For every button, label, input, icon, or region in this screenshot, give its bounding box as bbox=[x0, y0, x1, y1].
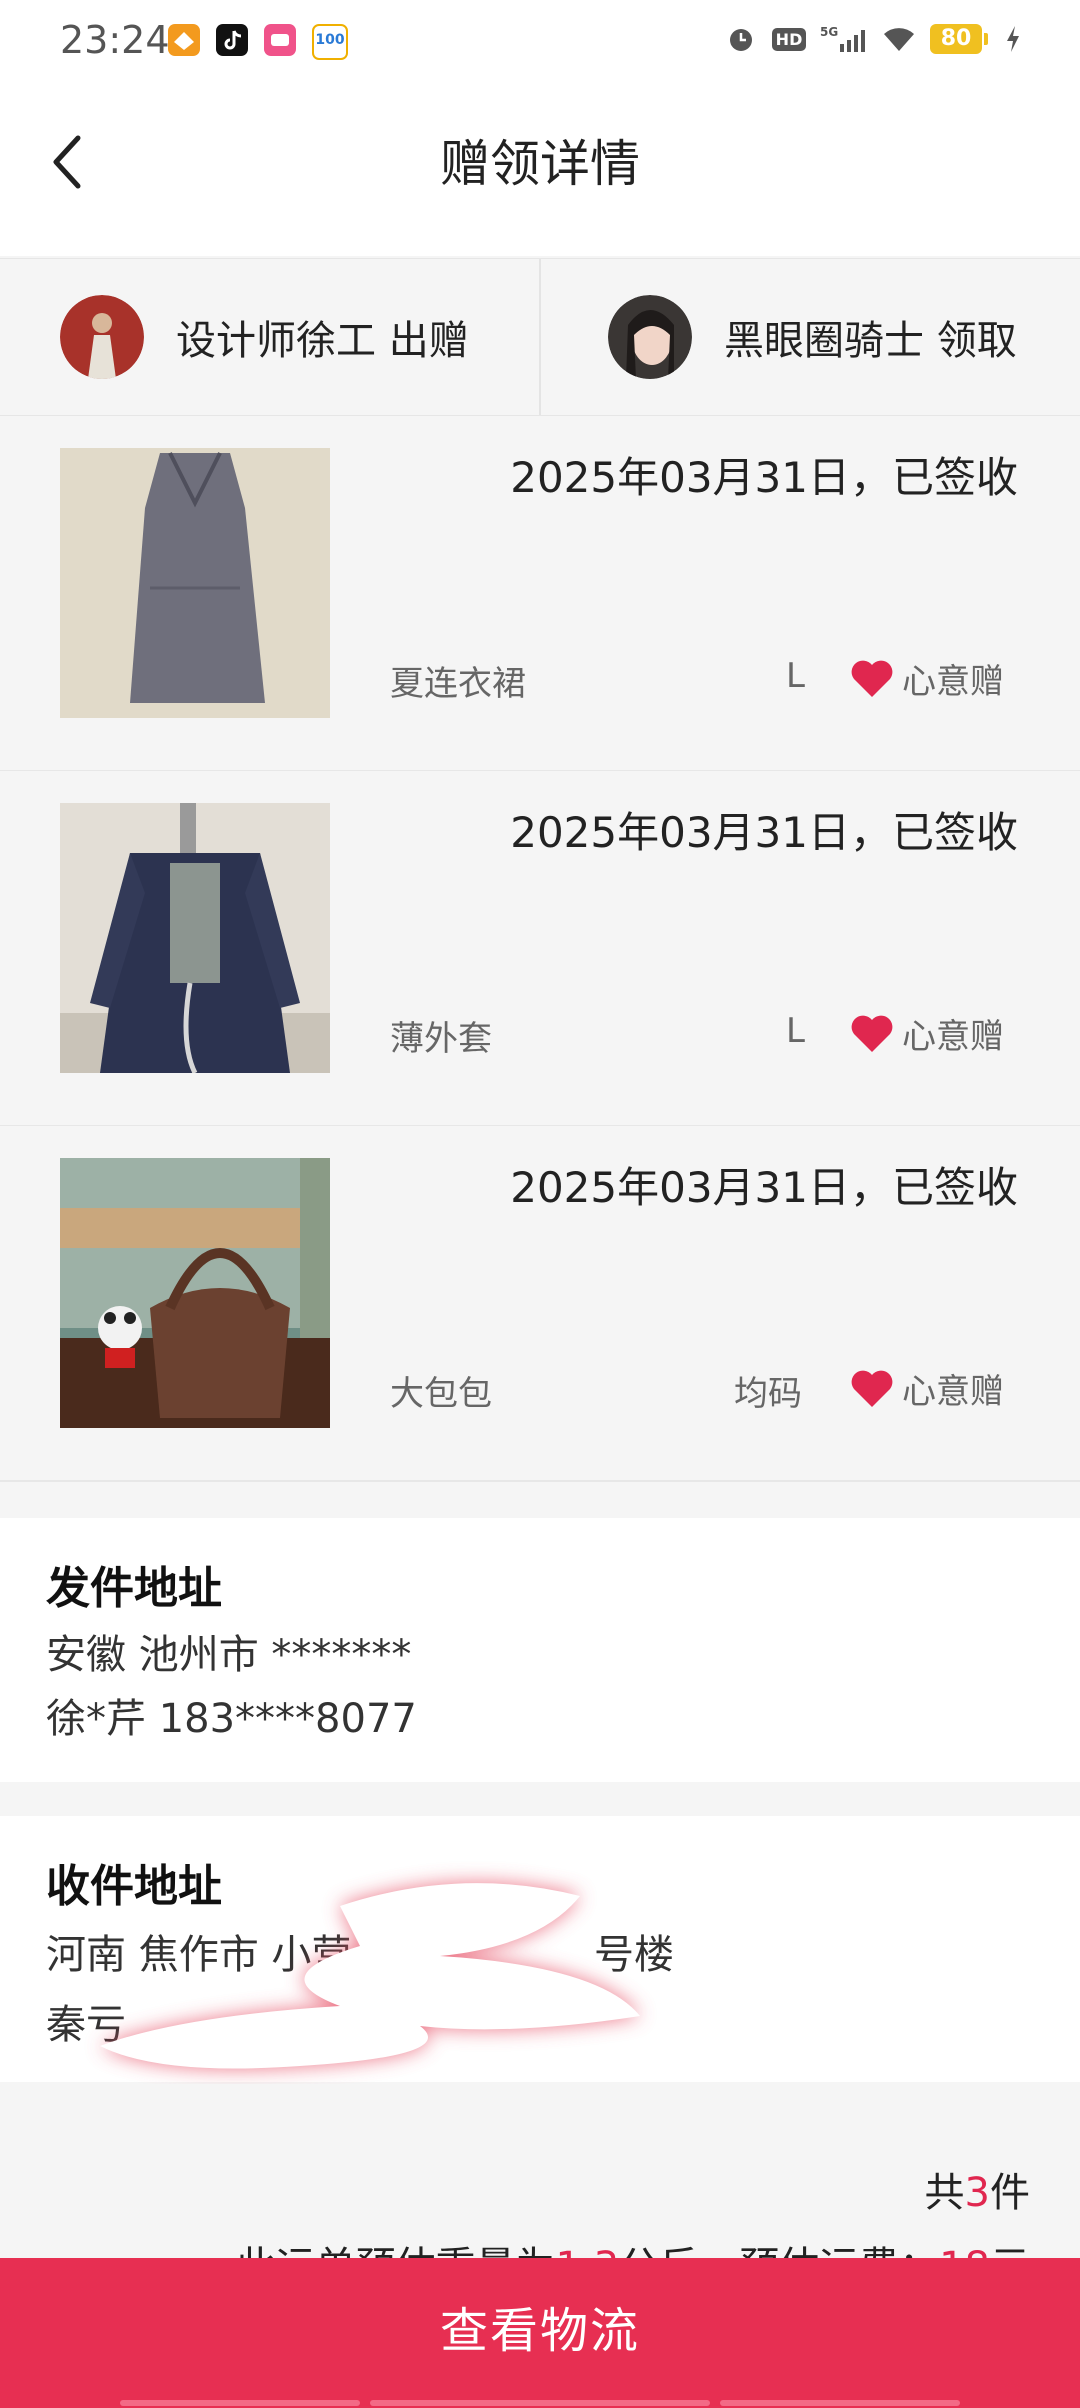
gift-tag: 心意赠 bbox=[850, 654, 1004, 703]
item-photo-dress[interactable] bbox=[60, 448, 330, 718]
item-size: 均码 bbox=[734, 1374, 802, 1414]
order-summary: 共3件 此运单预估重量为1.3公斤，预估运费：18元 bbox=[0, 2084, 1080, 2290]
gift-tag-label: 心意赠 bbox=[902, 1017, 1004, 1057]
item-count: 共3件 bbox=[924, 2170, 1030, 2216]
item-date-status: 2025年03月31日，已签收 bbox=[510, 808, 1018, 857]
gift-tag: 心意赠 bbox=[850, 1009, 1004, 1058]
item-photo-bag[interactable] bbox=[60, 1158, 330, 1428]
item-date-status: 2025年03月31日，已签收 bbox=[510, 1163, 1018, 1212]
redaction-scribble bbox=[100, 1883, 640, 2069]
header-bar: 赠领详情 bbox=[0, 84, 1080, 256]
gift-item[interactable]: 2025年03月31日，已签收 夏连衣裙 L 心意赠 bbox=[0, 416, 1080, 772]
sender-address-line: 安徽 池州市 ******* bbox=[46, 1632, 412, 1678]
receiver-label: 黑眼圈骑士 领取 bbox=[724, 318, 1017, 364]
item-name: 大包包 bbox=[390, 1374, 492, 1414]
status-bar: 23:24 100 HD 5G 80 bbox=[0, 0, 1080, 84]
item-date-status: 2025年03月31日，已签收 bbox=[510, 453, 1018, 502]
giver-label: 设计师徐工 出赠 bbox=[176, 318, 469, 364]
status-time: 23:24 bbox=[60, 18, 170, 62]
nav-indicator bbox=[370, 2400, 710, 2406]
giver-avatar[interactable] bbox=[60, 295, 144, 379]
svg-text:5G: 5G bbox=[820, 25, 838, 39]
gift-tag: 心意赠 bbox=[850, 1364, 1004, 1413]
hd-icon: HD bbox=[771, 22, 807, 56]
heart-icon bbox=[851, 1370, 893, 1407]
status-icons: HD 5G 80 bbox=[724, 22, 1030, 56]
sender-address-card: 发件地址 安徽 池州市 ******* 徐*芹 183****8077 bbox=[0, 1518, 1080, 1782]
view-logistics-button[interactable]: 查看物流 bbox=[0, 2258, 1080, 2408]
gift-item[interactable]: 2025年03月31日，已签收 大包包 均码 心意赠 bbox=[0, 1126, 1080, 1482]
item-size: L bbox=[786, 1011, 805, 1051]
item-photo-jacket[interactable] bbox=[60, 803, 330, 1073]
heart-icon bbox=[851, 1015, 893, 1052]
app-icon-3 bbox=[264, 24, 296, 56]
page-title: 赠领详情 bbox=[440, 135, 640, 193]
gift-tag-label: 心意赠 bbox=[902, 662, 1004, 702]
sender-address-title: 发件地址 bbox=[46, 1563, 222, 1614]
giver-receiver-bar: 设计师徐工 出赠 黑眼圈骑士 领取 bbox=[0, 258, 1080, 416]
nav-indicator bbox=[720, 2400, 960, 2406]
receiver-address-card: 收件地址 河南 焦作市 小营 号楼 秦亏 bbox=[0, 1816, 1080, 2082]
divider bbox=[539, 259, 541, 415]
item-size: L bbox=[786, 656, 805, 696]
sender-contact-line: 徐*芹 183****8077 bbox=[46, 1696, 417, 1742]
receiver-info[interactable]: 黑眼圈骑士 领取 bbox=[608, 259, 1017, 415]
item-name: 夏连衣裙 bbox=[390, 664, 526, 704]
app-icon-1 bbox=[168, 24, 200, 56]
charging-icon bbox=[996, 22, 1030, 56]
tiktok-icon bbox=[216, 24, 248, 56]
nav-indicator bbox=[120, 2400, 360, 2406]
receiver-avatar[interactable] bbox=[608, 295, 692, 379]
alarm-icon bbox=[724, 22, 758, 56]
wifi-icon bbox=[882, 22, 916, 56]
app-icon-100: 100 bbox=[312, 24, 348, 60]
gift-item[interactable]: 2025年03月31日，已签收 薄外套 L 心意赠 bbox=[0, 771, 1080, 1127]
signal-5g-icon: 5G bbox=[820, 22, 868, 56]
heart-icon bbox=[851, 660, 893, 697]
giver-info[interactable]: 设计师徐工 出赠 bbox=[60, 259, 469, 415]
view-logistics-label: 查看物流 bbox=[439, 2303, 640, 2359]
gift-tag-label: 心意赠 bbox=[902, 1372, 1004, 1412]
battery-icon: 80 bbox=[930, 24, 988, 54]
item-name: 薄外套 bbox=[390, 1019, 492, 1059]
